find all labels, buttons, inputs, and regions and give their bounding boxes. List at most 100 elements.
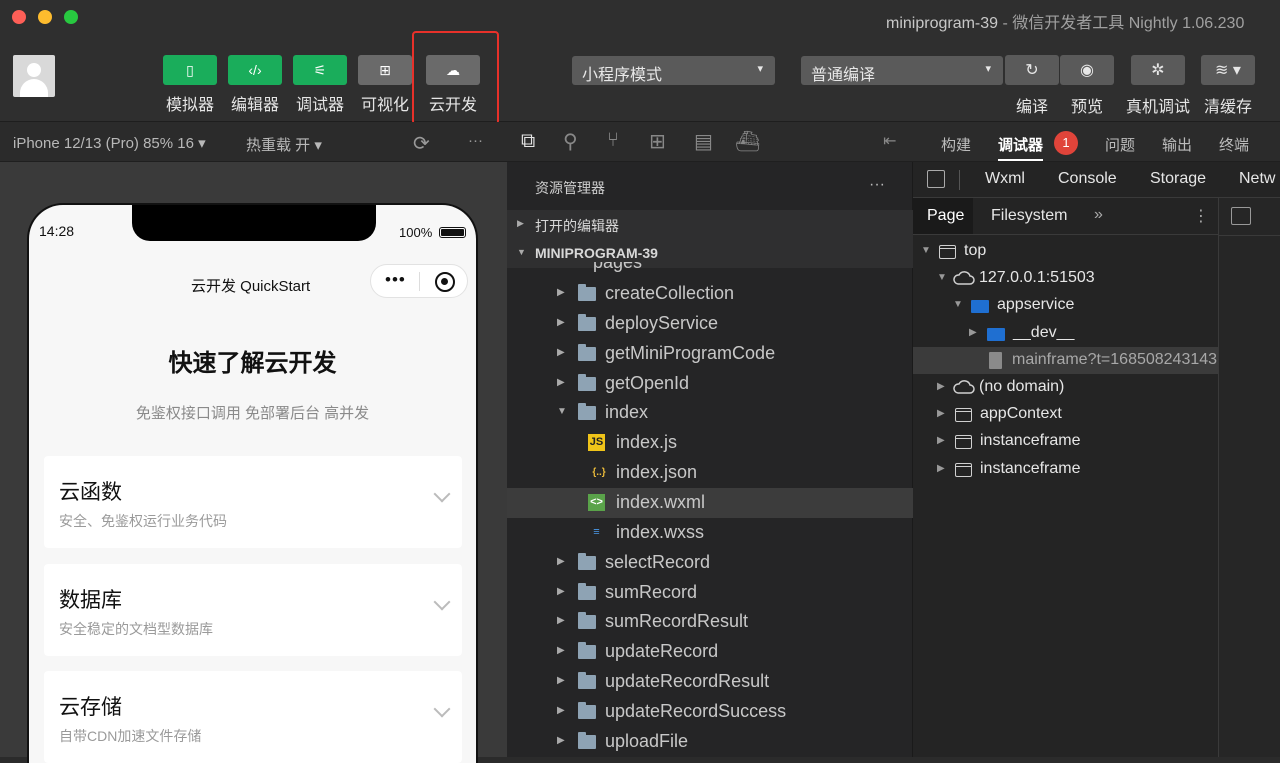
editor-tool[interactable]: ‹/› 编辑器 bbox=[228, 55, 282, 115]
active-tab-indicator bbox=[998, 159, 1043, 161]
capsule-menu[interactable]: ••• bbox=[370, 264, 468, 298]
minimize-window-button[interactable] bbox=[38, 10, 52, 24]
wxss-file-icon: ≡ bbox=[593, 525, 600, 538]
tab-build[interactable]: 构建 bbox=[941, 134, 971, 155]
file-tree-row[interactable]: ▶ updateRecordResult bbox=[507, 667, 913, 697]
card-title: 云函数 bbox=[59, 481, 122, 504]
remote-debug-tool[interactable]: ✲ 真机调试 bbox=[1125, 55, 1191, 117]
file-name: getMiniProgramCode bbox=[605, 342, 776, 363]
sources-editor-pane bbox=[1218, 198, 1280, 757]
inspect-element-icon[interactable] bbox=[927, 170, 945, 188]
tab-wxml[interactable]: Wxml bbox=[985, 170, 1025, 188]
tab-page[interactable]: Page bbox=[927, 207, 964, 225]
source-tree-row[interactable]: ▼ 127.0.0.1:51503 bbox=[913, 265, 1218, 292]
layers-icon[interactable]: ≋ ▾ bbox=[1201, 55, 1255, 85]
file-tree-row[interactable]: ▶ uploadFile bbox=[507, 727, 913, 757]
zoom-window-button[interactable] bbox=[64, 10, 78, 24]
tab-console[interactable]: Console bbox=[1058, 170, 1117, 188]
tab-storage[interactable]: Storage bbox=[1150, 170, 1206, 188]
simulator-tool[interactable]: ▯ 模拟器 bbox=[163, 55, 217, 115]
source-tree-row[interactable]: ▶ instanceframe bbox=[913, 428, 1218, 455]
refresh-icon[interactable]: ↻ bbox=[1005, 55, 1059, 85]
kebab-menu-icon[interactable]: ⋮ bbox=[1193, 206, 1209, 226]
file-tree-row[interactable]: ≡ index.wxss bbox=[507, 518, 913, 548]
tab-debugger[interactable]: 调试器 bbox=[998, 134, 1043, 155]
files-icon[interactable]: ⧉ bbox=[521, 130, 535, 153]
compile-tool[interactable]: ↻ 编译 bbox=[1005, 55, 1059, 117]
file-tree-row[interactable]: <> index.wxml bbox=[507, 487, 913, 518]
layout-icon[interactable]: ⊞ bbox=[358, 55, 412, 85]
caret-right-icon: ▶ bbox=[937, 435, 945, 447]
caret-right-icon: ▶ bbox=[557, 734, 565, 746]
card-database[interactable]: 数据库 安全稳定的文档型数据库 bbox=[44, 564, 462, 656]
file-tree-row[interactable]: ▶ sumRecordResult bbox=[507, 607, 913, 637]
more-tabs-icon[interactable]: » bbox=[1094, 206, 1103, 224]
folder-open-icon bbox=[578, 403, 596, 421]
tab-problems[interactable]: 问题 bbox=[1105, 134, 1135, 155]
file-icon bbox=[989, 351, 1002, 369]
source-tree-row[interactable]: mainframe?t=168508243143 bbox=[913, 346, 1218, 374]
compile-select[interactable]: 普通编译 ▾ bbox=[801, 56, 1003, 85]
tab-network[interactable]: Netw bbox=[1239, 170, 1275, 188]
caret-right-icon: ▶ bbox=[937, 381, 945, 392]
open-editors-section[interactable]: ▶ 打开的编辑器 bbox=[507, 210, 913, 239]
mode-select[interactable]: 小程序模式 ▾ bbox=[572, 56, 775, 85]
folder-icon bbox=[987, 327, 1005, 341]
source-tree-row[interactable]: ▶ __dev__ bbox=[913, 320, 1218, 347]
file-name: sumRecordResult bbox=[605, 611, 749, 632]
phone-icon[interactable]: ▯ bbox=[163, 55, 217, 85]
file-tree-row[interactable]: ▶ createCollection bbox=[507, 279, 913, 309]
explorer-more-button[interactable]: ··· bbox=[869, 176, 885, 194]
window-frame-icon bbox=[955, 435, 972, 450]
extensions-icon[interactable]: ⊞ bbox=[649, 129, 666, 154]
file-tree-row[interactable]: {..} index.json bbox=[507, 458, 913, 488]
code-icon[interactable]: ‹/› bbox=[228, 55, 282, 85]
collapse-panel-icon[interactable]: ⇤ bbox=[883, 131, 896, 151]
card-cloud-storage[interactable]: 云存储 自带CDN加速文件存储 bbox=[44, 671, 462, 763]
source-control-icon[interactable]: ⑂ bbox=[607, 129, 619, 152]
debug-sliders-icon[interactable]: ⚟ bbox=[293, 55, 347, 85]
file-tree-row[interactable]: ▶ selectRecord bbox=[507, 548, 913, 578]
more-dots-icon[interactable]: ••• bbox=[385, 270, 406, 290]
bug-icon[interactable]: ✲ bbox=[1131, 55, 1185, 85]
clear-cache-tool[interactable]: ≋ ▾ 清缓存 bbox=[1201, 55, 1255, 117]
partial-folder-row[interactable]: pages bbox=[507, 262, 913, 274]
tab-output[interactable]: 输出 bbox=[1162, 134, 1192, 155]
source-tree-row[interactable]: ▼ top bbox=[913, 238, 1218, 265]
cloud-domain-icon bbox=[953, 380, 975, 394]
source-tree-row[interactable]: ▼ appservice bbox=[913, 292, 1218, 319]
docker-icon[interactable]: ⛴ bbox=[735, 129, 760, 154]
folder-icon bbox=[578, 343, 596, 361]
debugger-tool[interactable]: ⚟ 调试器 bbox=[293, 55, 347, 115]
folder-icon bbox=[578, 701, 596, 719]
eye-icon[interactable]: ◉ bbox=[1060, 55, 1114, 85]
close-miniprogram-icon[interactable] bbox=[435, 272, 455, 292]
simulator-more-button[interactable]: ··· bbox=[468, 132, 483, 149]
tab-filesystem[interactable]: Filesystem bbox=[991, 207, 1067, 225]
file-tree-row[interactable]: JS index.js bbox=[507, 428, 913, 458]
user-avatar[interactable] bbox=[13, 55, 55, 97]
rotate-icon[interactable]: ⟳ bbox=[413, 131, 430, 156]
source-tree-row[interactable]: ▶ (no domain) bbox=[913, 374, 1218, 401]
close-window-button[interactable] bbox=[12, 10, 26, 24]
file-tree-row[interactable]: ▼ index bbox=[507, 398, 913, 428]
file-tree-row[interactable]: ▶ getMiniProgramCode bbox=[507, 339, 913, 369]
preview-tool[interactable]: ◉ 预览 bbox=[1060, 55, 1114, 117]
file-tree-row[interactable]: ▶ deployService bbox=[507, 309, 913, 339]
outline-icon[interactable]: ▤ bbox=[694, 129, 713, 154]
source-tree-row[interactable]: ▶ instanceframe bbox=[913, 456, 1218, 483]
file-tree-row[interactable]: ▶ updateRecordSuccess bbox=[507, 697, 913, 727]
file-tree-row[interactable]: ▶ sumRecord bbox=[507, 578, 913, 608]
card-cloud-function[interactable]: 云函数 安全、免鉴权运行业务代码 bbox=[44, 456, 462, 548]
tab-terminal[interactable]: 终端 bbox=[1219, 134, 1249, 155]
file-tree-row[interactable]: ▶ getOpenId bbox=[507, 369, 913, 399]
source-tree-row[interactable]: ▶ appContext bbox=[913, 401, 1218, 428]
search-icon[interactable]: ⚲ bbox=[563, 129, 578, 154]
hot-reload-toggle[interactable]: 热重载 开 ▾ bbox=[246, 134, 322, 155]
file-tree-row[interactable]: ▶ updateRecord bbox=[507, 637, 913, 667]
file-name: index.js bbox=[616, 432, 678, 453]
toggle-navigator-icon[interactable] bbox=[1231, 207, 1251, 225]
device-select[interactable]: iPhone 12/13 (Pro) 85% 16 ▾ bbox=[13, 134, 206, 152]
visual-tool[interactable]: ⊞ 可视化 bbox=[358, 55, 412, 115]
json-file-icon: {..} bbox=[592, 467, 606, 479]
